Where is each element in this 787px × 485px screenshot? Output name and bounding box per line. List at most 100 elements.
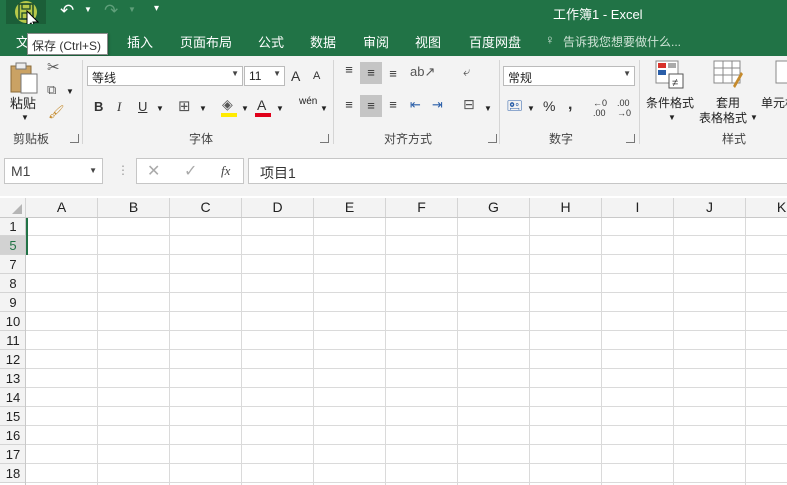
currency-icon[interactable]: 🖭 [507, 97, 522, 119]
phonetic-dropdown-icon[interactable]: ▼ [320, 104, 328, 113]
conditional-format-label[interactable]: 条件格式 [646, 94, 694, 111]
column-header-f[interactable]: F [386, 198, 458, 217]
tab-baidu[interactable]: 百度网盘 [469, 32, 521, 51]
tell-me-box[interactable]: 告诉我您想要做什么... [563, 33, 681, 50]
fill-color-icon[interactable]: ◈ [222, 96, 233, 113]
row-header-16[interactable]: 16 [0, 426, 26, 445]
wrap-text-icon[interactable]: ⤶ [463, 64, 470, 80]
column-header-k[interactable]: K [746, 198, 787, 217]
row-header-7[interactable]: 7 [0, 255, 26, 274]
tab-page-layout[interactable]: 页面布局 [180, 32, 232, 51]
shrink-font-button[interactable]: A [313, 70, 320, 82]
column-gridline [385, 217, 386, 485]
column-header-c[interactable]: C [170, 198, 242, 217]
tab-view[interactable]: 视图 [415, 32, 441, 51]
customize-qat-icon[interactable]: ▾ [154, 3, 159, 14]
border-icon[interactable]: ⊞ [178, 97, 191, 115]
decrease-decimal-icon[interactable]: .00 →0 [617, 98, 631, 118]
font-name-combo[interactable]: 等线 ▼ [87, 66, 243, 86]
increase-indent-icon[interactable]: ⇥ [432, 97, 443, 113]
underline-dropdown-icon[interactable]: ▼ [156, 104, 164, 113]
format-painter-icon[interactable]: 🖌 [48, 104, 65, 120]
align-center-button[interactable]: ≡ [360, 95, 382, 117]
number-format-combo[interactable]: 常规 ▼ [503, 66, 635, 86]
column-header-j[interactable]: J [674, 198, 746, 217]
row-header-5[interactable]: 5 [0, 236, 26, 255]
cut-icon[interactable]: ✂ [47, 58, 60, 76]
comma-button[interactable]: , [568, 96, 572, 114]
conditional-format-dropdown-icon[interactable]: ▼ [668, 113, 676, 122]
align-left-button[interactable]: ≡ [340, 97, 358, 112]
font-color-dropdown-icon[interactable]: ▼ [276, 104, 284, 113]
title-bar: ↶ ▼ ↷ ▼ ▾ 工作簿1 - Excel [0, 0, 787, 31]
undo-dropdown-icon[interactable]: ▼ [84, 5, 92, 14]
tab-formulas[interactable]: 公式 [258, 32, 284, 51]
format-as-table-icon[interactable] [713, 60, 745, 90]
cell-styles-label[interactable]: 单元格 [761, 94, 787, 111]
column-header-b[interactable]: B [98, 198, 170, 217]
border-dropdown-icon[interactable]: ▼ [199, 104, 207, 113]
merge-icon[interactable]: ⊟ [463, 96, 475, 113]
clipboard-launcher-icon[interactable] [70, 134, 79, 143]
copy-icon[interactable]: ⧉ [47, 82, 56, 98]
chevron-down-icon: ▼ [623, 69, 631, 78]
tab-data[interactable]: 数据 [310, 32, 336, 51]
format-as-table-label-2[interactable]: 表格格式 [699, 109, 747, 126]
underline-button[interactable]: U [138, 99, 147, 114]
tab-review[interactable]: 审阅 [363, 32, 389, 51]
orientation-icon[interactable]: ab↗ [410, 64, 435, 80]
font-launcher-icon[interactable] [320, 134, 329, 143]
format-as-table-dropdown-icon[interactable]: ▼ [750, 113, 758, 122]
column-header-e[interactable]: E [314, 198, 386, 217]
italic-button[interactable]: I [117, 99, 121, 115]
decrease-indent-icon[interactable]: ⇤ [410, 97, 421, 113]
row-header-14[interactable]: 14 [0, 388, 26, 407]
column-header-g[interactable]: G [458, 198, 530, 217]
phonetic-button[interactable]: wén [299, 96, 317, 107]
undo-icon[interactable]: ↶ [60, 1, 74, 21]
align-middle-button[interactable]: ≡ [360, 62, 382, 84]
paste-label[interactable]: 粘贴 [10, 93, 36, 112]
align-right-button[interactable]: ≡ [384, 97, 402, 112]
row-header-8[interactable]: 8 [0, 274, 26, 293]
worksheet-grid[interactable]: ABCDEFGHIJK 1 5 7 8 9 10 11 12 13 14 15 16 17 18 [0, 196, 787, 485]
increase-decimal-icon[interactable]: ←0.00 [593, 98, 607, 118]
cell-styles-icon[interactable] [775, 60, 787, 90]
name-box[interactable]: M1 ▼ [4, 158, 103, 184]
insert-function-button[interactable]: fx [221, 163, 230, 179]
row-header-10[interactable]: 10 [0, 312, 26, 331]
column-header-a[interactable]: A [26, 198, 98, 217]
conditional-format-icon[interactable]: ≠ [655, 60, 685, 90]
align-bottom-button[interactable]: ≡ [384, 66, 402, 86]
row-header-15[interactable]: 15 [0, 407, 26, 426]
number-launcher-icon[interactable] [626, 134, 635, 143]
merge-dropdown-icon[interactable]: ▼ [484, 104, 492, 113]
column-header-d[interactable]: D [242, 198, 314, 217]
grow-font-button[interactable]: A [291, 68, 300, 84]
row-header-1[interactable]: 1 [0, 217, 26, 236]
font-color-button[interactable]: A [257, 97, 266, 113]
currency-dropdown-icon[interactable]: ▼ [527, 104, 535, 113]
row-header-9[interactable]: 9 [0, 293, 26, 312]
row-header-13[interactable]: 13 [0, 369, 26, 388]
row-header-12[interactable]: 12 [0, 350, 26, 369]
column-header-i[interactable]: I [602, 198, 674, 217]
paste-dropdown-icon[interactable]: ▼ [21, 113, 29, 122]
font-size-combo[interactable]: 11 ▼ [244, 66, 285, 86]
select-all-button[interactable] [0, 198, 26, 217]
alignment-group-label: 对齐方式 [384, 132, 433, 146]
row-header-18[interactable]: 18 [0, 464, 26, 483]
copy-dropdown-icon[interactable]: ▼ [66, 87, 74, 96]
fill-dropdown-icon[interactable]: ▼ [241, 104, 249, 113]
formula-input[interactable]: 项目1 [248, 158, 787, 184]
align-top-button[interactable]: ≡ [340, 62, 358, 82]
alignment-launcher-icon[interactable] [488, 134, 497, 143]
chevron-down-icon[interactable]: ▼ [89, 166, 97, 175]
column-header-h[interactable]: H [530, 198, 602, 217]
percent-button[interactable]: % [543, 98, 555, 114]
row-header-11[interactable]: 11 [0, 331, 26, 350]
tab-insert[interactable]: 插入 [127, 32, 153, 51]
paste-icon[interactable] [9, 60, 39, 94]
bold-button[interactable]: B [94, 99, 103, 114]
row-header-17[interactable]: 17 [0, 445, 26, 464]
